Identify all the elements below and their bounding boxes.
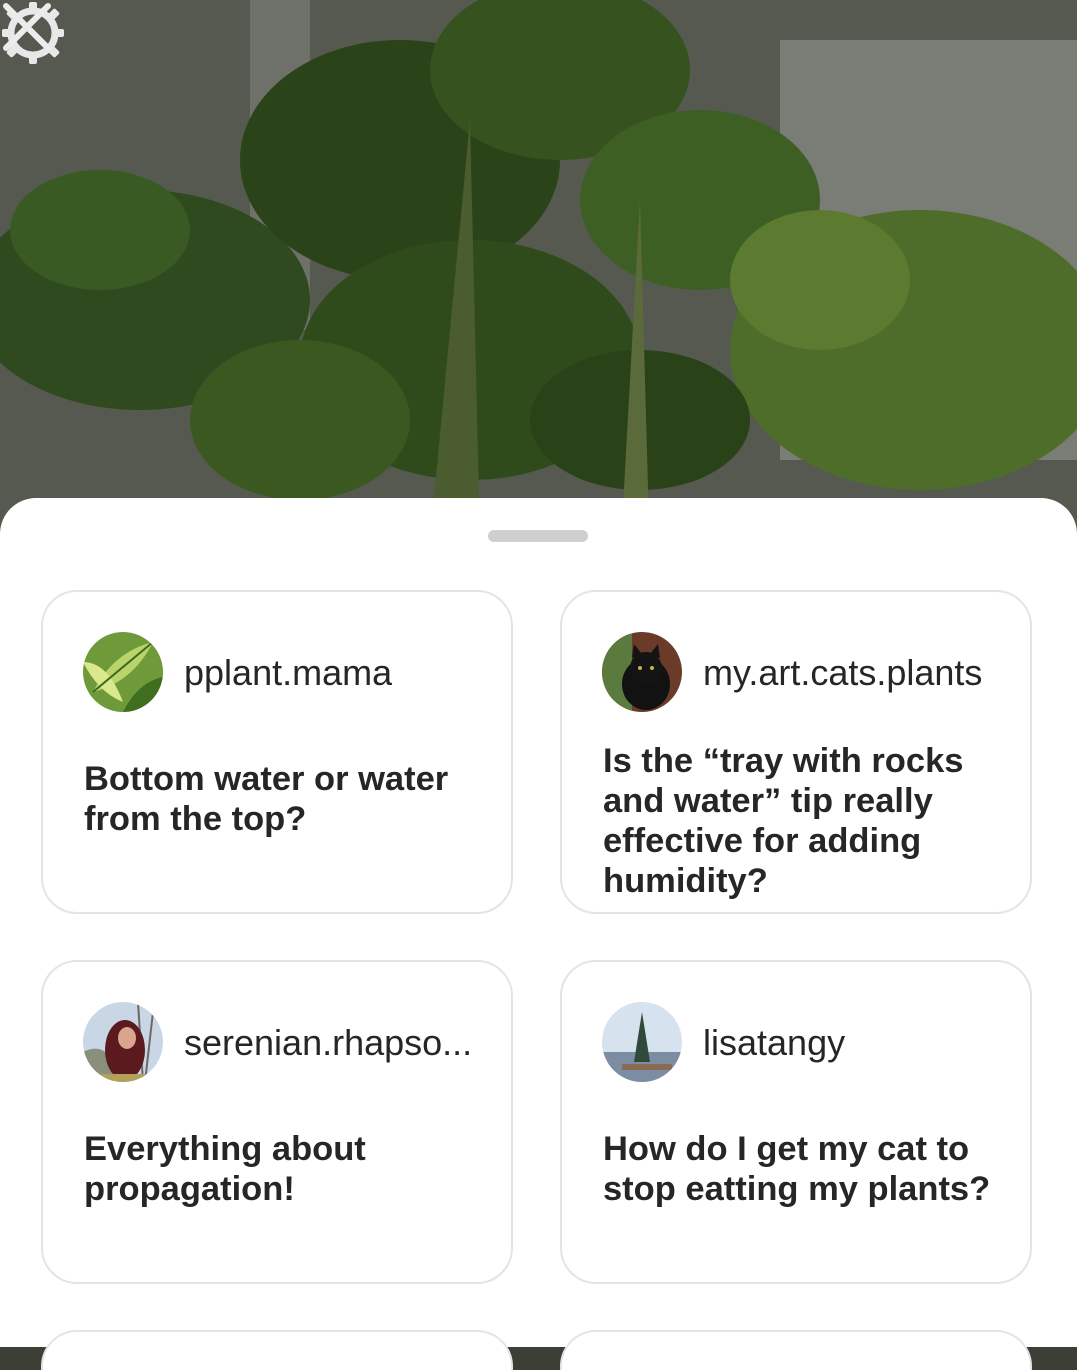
- leaf-avatar-icon: [83, 632, 163, 712]
- username: serenian.rhapso...: [184, 1022, 473, 1063]
- question-card[interactable]: pplant.mama Bottom water or water from t…: [41, 590, 513, 914]
- question-card[interactable]: serenian.rhapso... Everything about prop…: [41, 960, 513, 1284]
- username: lisatangy: [703, 1022, 846, 1063]
- sheet-drag-handle[interactable]: [488, 530, 588, 542]
- question-card-partial[interactable]: [560, 1330, 1032, 1370]
- user-avatar[interactable]: [83, 1002, 163, 1082]
- question-card-partial[interactable]: [41, 1330, 513, 1370]
- person-avatar-icon: [83, 1002, 163, 1082]
- question-text: How do I get my cat to stop eatting my p…: [603, 1130, 991, 1208]
- username: pplant.mama: [184, 652, 393, 693]
- user-avatar[interactable]: [83, 632, 163, 712]
- question-text: Is the “tray with rocks and water” tip r…: [603, 742, 964, 900]
- user-avatar[interactable]: [602, 1002, 682, 1082]
- question-card[interactable]: my.art.cats.plants Is the “tray with roc…: [560, 590, 1032, 914]
- question-text: Bottom water or water from the top?: [84, 760, 449, 838]
- questions-sheet: pplant.mama Bottom water or water from t…: [0, 498, 1077, 1370]
- story-background-photo: [0, 0, 1077, 560]
- username: my.art.cats.plants: [703, 652, 983, 693]
- close-icon[interactable]: [0, 0, 54, 54]
- cat-avatar-icon: [602, 632, 682, 712]
- monstera-plant-image: [0, 0, 1077, 560]
- sky-avatar-icon: [602, 1002, 682, 1082]
- question-text: Everything about propagation!: [84, 1130, 366, 1208]
- question-card[interactable]: lisatangy How do I get my cat to stop ea…: [560, 960, 1032, 1284]
- user-avatar[interactable]: [602, 632, 682, 712]
